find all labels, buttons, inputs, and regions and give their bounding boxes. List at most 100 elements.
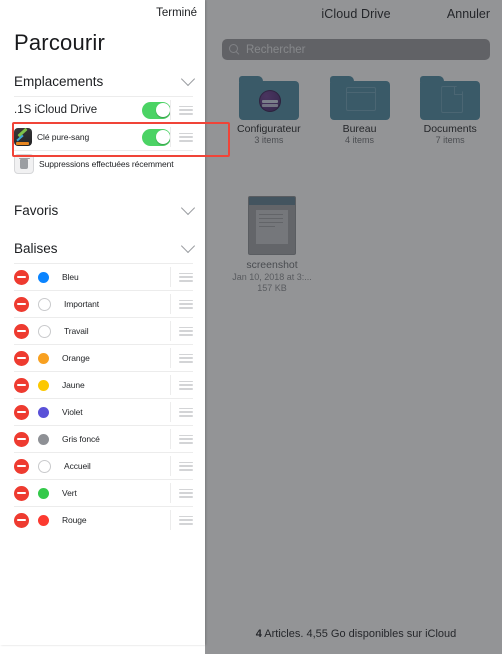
drag-handle-icon[interactable]	[179, 299, 193, 309]
tag-color-dot	[38, 271, 49, 283]
tag-row[interactable]: Gris foncé	[14, 425, 193, 452]
browse-panel: Terminé Parcourir Emplacements .1S iClou…	[0, 0, 205, 645]
tag-row[interactable]: Bleu	[14, 263, 193, 290]
tag-row[interactable]: Rouge	[14, 506, 193, 533]
section-header-locations[interactable]: Emplacements	[0, 66, 205, 96]
location-label: .1S iCloud Drive	[14, 104, 98, 116]
panel-topbar: Terminé	[0, 0, 205, 28]
folder-name: Documents	[423, 123, 477, 135]
drag-handle-icon[interactable]	[179, 434, 193, 444]
file-date: Jan 10, 2018 at 3:...	[232, 272, 312, 282]
minus-circle-icon[interactable]	[14, 512, 29, 528]
minus-circle-icon[interactable]	[14, 296, 29, 312]
done-button[interactable]: Terminé	[156, 7, 197, 19]
tag-row[interactable]: Vert	[14, 479, 193, 506]
section-header-favorites[interactable]: Favoris	[0, 195, 205, 225]
file-item-screenshot[interactable]: screenshot Jan 10, 2018 at 3:... 157 KB	[228, 196, 316, 294]
background-topbar: iCloud Drive Annuler	[210, 0, 502, 32]
tag-label: Orange	[62, 353, 90, 363]
drag-handle-icon[interactable]	[179, 461, 193, 471]
tag-label: Bleu	[62, 272, 79, 282]
status-bar: 4 Articles. 4,55 Go disponibles sur iClo…	[210, 628, 502, 640]
cancel-button[interactable]: Annuler	[447, 7, 490, 21]
tag-row[interactable]: Jaune	[14, 371, 193, 398]
tag-color-dot	[38, 406, 49, 418]
file-grid: Configurateur 3 items Bureau 4 items Doc…	[225, 76, 497, 146]
toggle-icloud-drive[interactable]	[142, 101, 171, 119]
minus-circle-icon[interactable]	[14, 323, 29, 339]
tag-color-dot	[38, 487, 49, 499]
tag-label: Accueil	[64, 461, 91, 471]
drag-handle-icon[interactable]	[179, 105, 193, 115]
tag-label: Violet	[62, 407, 83, 417]
location-label: Clé pure-sang	[37, 132, 90, 142]
tag-list: Bleu Important Travail Orange Jaune Violet Gri…	[0, 263, 205, 533]
page-title: Parcourir	[14, 30, 106, 55]
folder-item-configurateur[interactable]: Configurateur 3 items	[225, 76, 313, 146]
file-size: 157 KB	[257, 283, 287, 293]
drag-handle-icon[interactable]	[179, 353, 193, 363]
location-row-icloud-drive[interactable]: .1S iCloud Drive	[14, 96, 193, 123]
drag-handle-icon[interactable]	[179, 380, 193, 390]
tag-label: Jaune	[62, 380, 85, 390]
chevron-down-icon[interactable]	[180, 200, 196, 216]
folder-icon	[238, 76, 299, 120]
tag-color-dot	[38, 297, 51, 311]
search-placeholder: Rechercher	[246, 43, 306, 56]
location-row-recently-deleted[interactable]: Suppressions effectuées récemment	[14, 150, 193, 177]
window-icon	[345, 87, 376, 111]
folder-item-documents[interactable]: Documents 7 items	[406, 76, 494, 146]
location-label: Suppressions effectuées récemment	[39, 159, 174, 169]
chevron-down-icon[interactable]	[180, 238, 196, 254]
search-input[interactable]: Rechercher	[222, 39, 490, 60]
screenshot-root: iCloud Drive Annuler Rechercher Configur…	[0, 0, 502, 654]
folder-name: Bureau	[342, 123, 377, 135]
minus-circle-icon[interactable]	[14, 458, 29, 474]
minus-circle-icon[interactable]	[14, 404, 29, 420]
section-label: Favoris	[14, 202, 59, 218]
drag-handle-icon[interactable]	[179, 272, 193, 282]
tag-color-dot	[38, 433, 49, 445]
drag-handle-icon[interactable]	[179, 515, 193, 525]
status-text: Articles. 4,55 Go disponibles sur iCloud	[264, 628, 457, 640]
tag-row[interactable]: Accueil	[14, 452, 193, 479]
external-drive-icon	[14, 128, 32, 146]
toggle-cle-pure-sang[interactable]	[142, 128, 171, 146]
minus-circle-icon[interactable]	[14, 350, 29, 366]
document-icon	[441, 86, 464, 113]
tag-color-dot	[38, 514, 49, 526]
tag-label: Vert	[62, 488, 77, 498]
tag-label: Rouge	[62, 515, 87, 525]
drag-handle-icon[interactable]	[179, 488, 193, 498]
drag-handle-icon[interactable]	[179, 407, 193, 417]
folder-icon	[329, 76, 390, 120]
minus-circle-icon[interactable]	[14, 485, 29, 501]
folder-item-bureau[interactable]: Bureau 4 items	[316, 76, 404, 146]
folder-name: Configurateur	[237, 123, 301, 135]
tag-label: Gris foncé	[62, 434, 100, 444]
minus-circle-icon[interactable]	[14, 377, 29, 393]
file-thumbnail	[248, 196, 296, 255]
drag-handle-icon[interactable]	[179, 326, 193, 336]
folder-item-count: 3 items	[254, 135, 284, 145]
configurator-icon	[258, 90, 281, 112]
tag-label: Important	[64, 299, 100, 309]
section-label: Balises	[14, 240, 58, 256]
tag-row[interactable]: Important	[14, 290, 193, 317]
folder-item-count: 7 items	[435, 135, 465, 145]
tag-color-dot	[38, 459, 51, 473]
chevron-down-icon[interactable]	[180, 71, 196, 87]
section-label: Emplacements	[14, 73, 104, 89]
drag-handle-icon[interactable]	[179, 132, 193, 142]
tag-row[interactable]: Orange	[14, 344, 193, 371]
location-row-cle-pure-sang[interactable]: Clé pure-sang	[14, 123, 193, 150]
minus-circle-icon[interactable]	[14, 431, 29, 447]
folder-icon	[420, 76, 481, 120]
tag-row[interactable]: Violet	[14, 398, 193, 425]
minus-circle-icon[interactable]	[14, 269, 29, 285]
section-header-tags[interactable]: Balises	[0, 233, 205, 263]
tag-label: Travail	[64, 326, 89, 336]
tag-color-dot	[38, 352, 49, 364]
tag-row[interactable]: Travail	[14, 317, 193, 344]
trash-icon	[14, 154, 34, 174]
